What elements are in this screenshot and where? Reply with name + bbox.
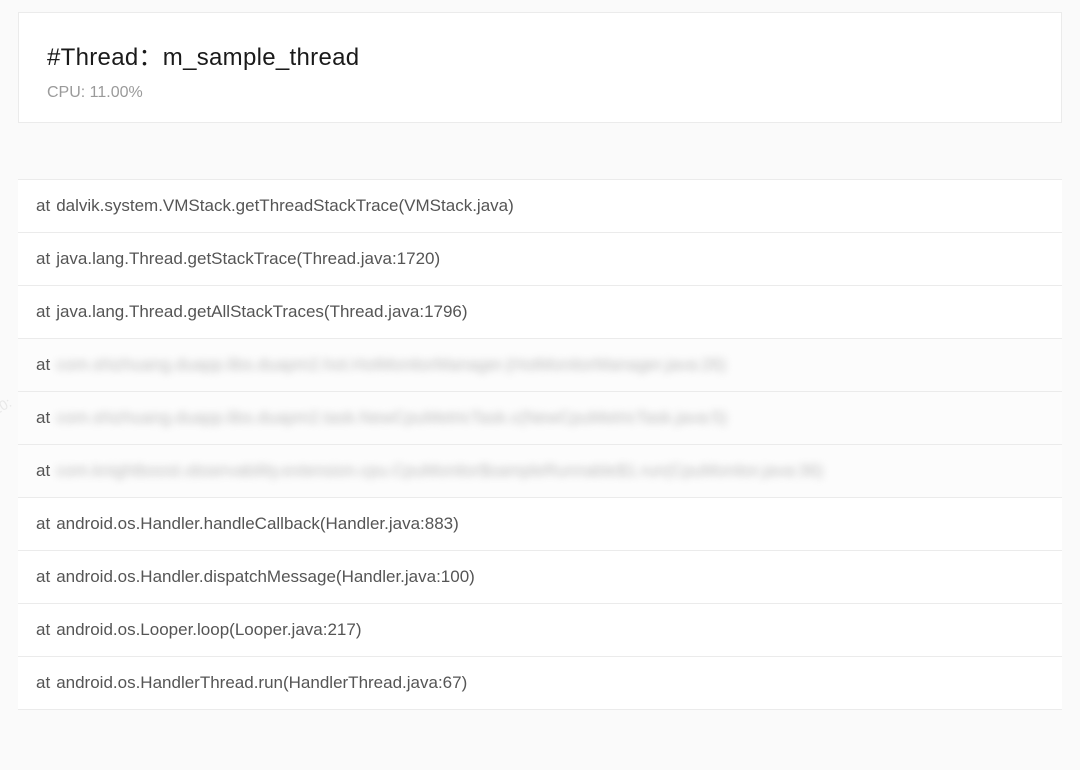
thread-header-card: #Thread：m_sample_thread CPU: 11.00% <box>18 12 1062 123</box>
stack-frame-row[interactable]: at com.shizhuang.duapp.libs.duapm2.hot.Ho… <box>18 339 1062 392</box>
stack-frame-row[interactable]: at android.os.HandlerThread.run(HandlerTh… <box>18 657 1062 710</box>
stack-frame-text: android.os.Handler.handleCallback(Handle… <box>56 514 459 534</box>
stack-frame-row[interactable]: at java.lang.Thread.getStackTrace(Thread.… <box>18 233 1062 286</box>
stack-frame-text: android.os.Looper.loop(Looper.java:217) <box>56 620 361 640</box>
stack-frame-row[interactable]: at dalvik.system.VMStack.getThreadStackTr… <box>18 180 1062 233</box>
stack-frame-text: java.lang.Thread.getAllStackTraces(Threa… <box>56 302 467 322</box>
stack-frame-text: android.os.Handler.dispatchMessage(Handl… <box>56 567 475 587</box>
stack-frame-row[interactable]: at com.knightboost.observability.extensio… <box>18 445 1062 498</box>
stack-frame-at: at <box>36 355 50 375</box>
stack-frame-text: java.lang.Thread.getStackTrace(Thread.ja… <box>56 249 440 269</box>
stack-frame-at: at <box>36 514 50 534</box>
stack-frame-row[interactable]: at com.shizhuang.duapp.libs.duapm2.task.N… <box>18 392 1062 445</box>
thread-title: #Thread：m_sample_thread <box>47 37 1033 72</box>
stack-frame-text: com.shizhuang.duapp.libs.duapm2.task.New… <box>56 408 727 428</box>
stack-frame-at: at <box>36 408 50 428</box>
thread-stack-panel: #Thread：m_sample_thread CPU: 11.00% atda… <box>0 0 1080 770</box>
stack-frame-at: at <box>36 302 50 322</box>
stack-frame-at: at <box>36 567 50 587</box>
stack-frame-text: com.shizhuang.duapp.libs.duapm2.hot.HotM… <box>56 355 726 375</box>
stack-frame-text: dalvik.system.VMStack.getThreadStackTrac… <box>56 196 514 216</box>
stack-frame-at: at <box>36 461 50 481</box>
stack-frame-row[interactable]: at java.lang.Thread.getAllStackTraces(Thr… <box>18 286 1062 339</box>
cpu-usage-label: CPU: 11.00% <box>47 84 1033 102</box>
stack-frame-text: com.knightboost.observability.extension.… <box>56 461 823 481</box>
stack-frame-row[interactable]: at android.os.Handler.handleCallback(Hand… <box>18 498 1062 551</box>
stack-frame-at: at <box>36 620 50 640</box>
stack-trace-list: at dalvik.system.VMStack.getThreadStackTr… <box>18 179 1062 710</box>
stack-frame-at: at <box>36 673 50 693</box>
stack-frame-at: at <box>36 249 50 269</box>
stack-frame-text: android.os.HandlerThread.run(HandlerThre… <box>56 673 467 693</box>
stack-frame-row[interactable]: at android.os.Looper.loop(Looper.java:217… <box>18 604 1062 657</box>
stack-frame-row[interactable]: at android.os.Handler.dispatchMessage(Han… <box>18 551 1062 604</box>
stack-frame-at: at <box>36 196 50 216</box>
